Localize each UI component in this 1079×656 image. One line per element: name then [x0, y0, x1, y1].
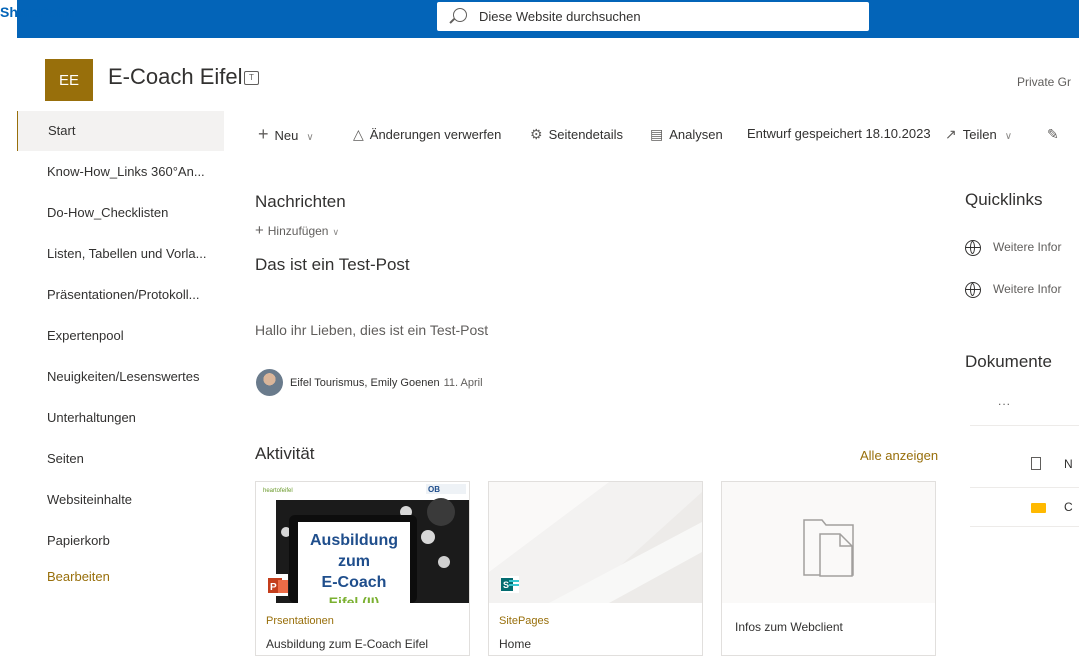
news-heading: Nachrichten	[255, 192, 346, 211]
site-logo[interactable]: EE	[45, 59, 93, 101]
card-thumbnail: heartofeifel OB Ausbildung zum E-Coach E…	[256, 482, 469, 610]
card-logo-left: heartofeifel	[263, 488, 293, 494]
news-post-author: Eifel Tourismus, Emily Goenen 11. April	[290, 377, 483, 389]
share-icon: ↗	[945, 126, 957, 142]
author-avatar	[256, 369, 283, 396]
activity-heading: Aktivität	[255, 444, 315, 463]
document-item-label[interactable]: N	[1064, 457, 1073, 471]
powerpoint-icon: P	[270, 582, 277, 593]
new-button[interactable]: + Neu ∨	[258, 117, 314, 151]
document-item-label[interactable]: C	[1064, 500, 1073, 514]
card-title: Home	[499, 637, 532, 651]
share-label: Teilen	[962, 127, 997, 142]
divider	[970, 425, 1079, 426]
card-thumbnail: S	[489, 482, 702, 603]
quicklink-item[interactable]: Weitere Infor	[965, 240, 1061, 256]
card-source: SitePages	[499, 615, 550, 627]
nav-item-neuigkeiten[interactable]: Neuigkeiten/Lesenswertes	[17, 357, 224, 397]
nav-item-websiteinhalte[interactable]: Websiteinhalte	[17, 480, 224, 520]
globe-icon	[965, 282, 981, 298]
globe-icon	[965, 240, 981, 256]
analytics-icon: ▤	[650, 126, 664, 142]
thumb-text-2: zum	[338, 553, 370, 570]
file-icon	[1031, 457, 1041, 470]
chevron-down-icon: ∨	[332, 227, 340, 237]
add-news-label: Hinzufügen	[267, 224, 329, 238]
add-news-button[interactable]: + Hinzufügen ∨	[255, 222, 339, 239]
nav-item-praesentationen[interactable]: Präsentationen/Protokoll...	[17, 275, 224, 315]
discard-changes-button[interactable]: △ Änderungen verwerfen	[353, 117, 501, 151]
search-box[interactable]: Diese Website durchsuchen	[437, 2, 869, 31]
share-button[interactable]: ↗ Teilen ∨	[945, 117, 1012, 151]
divider	[970, 487, 1079, 488]
site-title[interactable]: E-Coach Eifel	[108, 64, 243, 90]
documents-heading: Dokumente	[965, 352, 1052, 371]
suite-bar: Diese Website durchsuchen	[0, 0, 1079, 38]
search-icon	[453, 8, 467, 22]
page-details-button[interactable]: ⚙ Seitendetails	[530, 117, 623, 151]
card-thumbnail	[722, 482, 935, 603]
app-brand[interactable]: SharePoint	[0, 4, 74, 20]
new-label: Neu	[274, 128, 299, 143]
nav-item-seiten[interactable]: Seiten	[17, 439, 224, 479]
draft-saved-status: Entwurf gespeichert 18.10.2023	[747, 126, 931, 141]
folder-icon	[1031, 503, 1046, 513]
edit-pencil-button[interactable]: ✎	[1047, 117, 1065, 151]
card-source: Prsentationen	[266, 615, 334, 627]
thumb-text-1: Ausbildung	[310, 532, 398, 549]
chevron-down-icon: ∨	[306, 132, 314, 143]
chevron-down-icon: ∨	[1004, 131, 1013, 142]
news-post-title[interactable]: Das ist ein Test-Post	[255, 255, 410, 275]
nav-item-papierkorb[interactable]: Papierkorb	[17, 521, 224, 561]
thumb-text-4: Eifel (II)	[329, 594, 380, 603]
nav-item-listen[interactable]: Listen, Tabellen und Vorla...	[17, 234, 224, 274]
page-details-label: Seitendetails	[548, 127, 624, 142]
post-date: 11. April	[443, 377, 483, 389]
card-logo-right: OB	[428, 485, 440, 494]
more-options-button[interactable]: ...	[998, 394, 1011, 408]
news-post-body: Hallo ihr Lieben, dies ist ein Test-Post	[255, 322, 489, 338]
search-placeholder: Diese Website durchsuchen	[479, 9, 641, 24]
teams-icon[interactable]: T	[244, 71, 259, 85]
analytics-button[interactable]: ▤ Analysen	[650, 117, 723, 151]
folder-generic-icon	[722, 482, 935, 603]
nav-item-do-how[interactable]: Do-How_Checklisten	[17, 193, 224, 233]
quicklinks-heading: Quicklinks	[965, 190, 1043, 209]
quicklink-label: Weitere Infor	[993, 240, 1062, 255]
discard-label: Änderungen verwerfen	[369, 127, 502, 142]
site-privacy-label: Private Gr	[1017, 75, 1072, 89]
card-title: Ausbildung zum E-Coach Eifel	[266, 637, 429, 651]
plus-icon: +	[255, 222, 264, 239]
author-name: Eifel Tourismus, Emily Goenen	[290, 377, 440, 389]
nav-edit-link[interactable]: Bearbeiten	[17, 559, 224, 595]
see-all-link[interactable]: Alle anzeigen	[860, 448, 938, 463]
quicklink-item[interactable]: Weitere Infor	[965, 282, 1061, 298]
activity-card[interactable]: S SitePages Home	[488, 481, 703, 656]
quicklink-label: Weitere Infor	[993, 282, 1062, 297]
nav-item-expertenpool[interactable]: Expertenpool	[17, 316, 224, 356]
analytics-label: Analysen	[669, 127, 723, 142]
thumb-text-3: E-Coach	[322, 574, 387, 591]
divider	[970, 526, 1079, 527]
plus-icon: +	[258, 124, 269, 144]
sitepage-thumbnail: S	[489, 482, 702, 603]
activity-card[interactable]: Infos zum Webclient	[721, 481, 936, 656]
nav-item-unterhaltungen[interactable]: Unterhaltungen	[17, 398, 224, 438]
presentation-thumbnail: heartofeifel OB Ausbildung zum E-Coach E…	[256, 482, 469, 610]
nav-item-start[interactable]: Start	[17, 111, 224, 151]
nav-item-know-how[interactable]: Know-How_Links 360°An...	[17, 152, 224, 192]
gear-icon: ⚙	[530, 126, 543, 142]
activity-card[interactable]: heartofeifel OB Ausbildung zum E-Coach E…	[255, 481, 470, 656]
card-title: Infos zum Webclient	[735, 620, 843, 634]
sitepage-icon: S	[503, 580, 509, 590]
discard-icon: △	[353, 126, 364, 142]
pencil-icon: ✎	[1047, 126, 1059, 142]
command-bar: + Neu ∨ △ Änderungen verwerfen ⚙ Seitendetai…	[250, 117, 1079, 151]
